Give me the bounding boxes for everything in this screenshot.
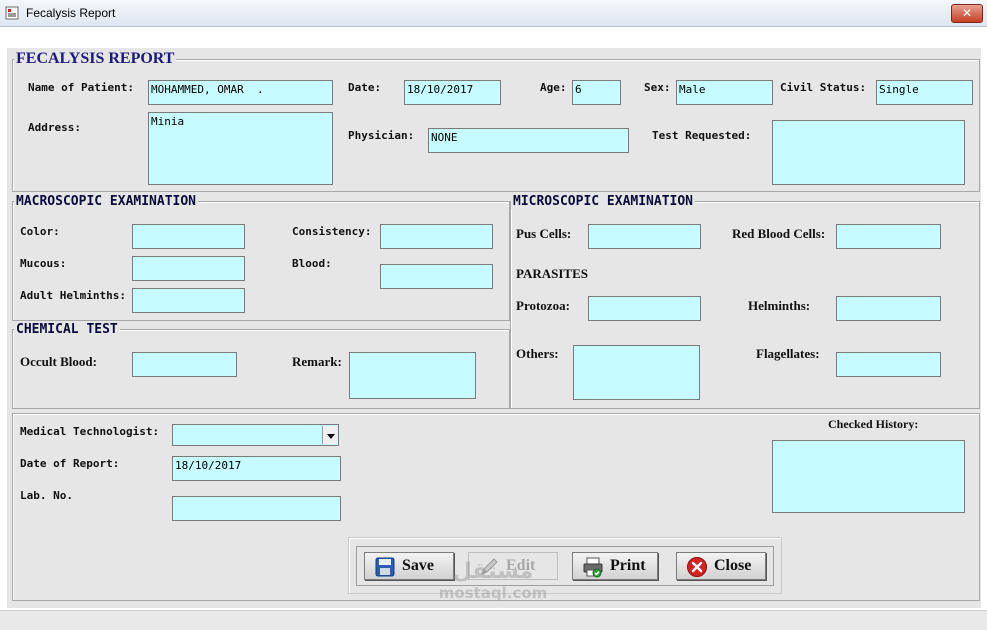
occult-blood-label: Occult Blood: [20,354,97,369]
save-button-label: Save [402,557,434,574]
date-field[interactable]: 18/10/2017 [404,80,501,105]
blood-field[interactable] [380,264,493,289]
edit-button-label: Edit [506,557,536,574]
pus-cells-label: Pus Cells: [516,226,572,241]
window-bottom-edge [0,610,987,630]
window-title: Fecalysis Report [26,6,116,20]
app-icon [5,6,19,20]
date-of-report-label: Date of Report: [20,457,120,470]
adult-helminths-label: Adult Helminths: [20,289,126,302]
physician-label: Physician: [348,129,415,142]
others-label: Others: [516,346,559,361]
age-label: Age: [540,81,567,94]
close-button[interactable]: Close [676,552,766,580]
protozoa-label: Protozoa: [516,298,570,313]
address-label: Address: [28,121,81,134]
print-button-label: Print [610,557,646,574]
floppy-disk-icon [375,557,395,577]
checked-history-label: Checked History: [828,417,919,431]
medical-technologist-select[interactable] [172,424,339,446]
edit-button[interactable]: Edit [468,552,558,580]
helminths-field[interactable] [836,296,941,321]
title-bar [0,0,987,27]
patient-name-field[interactable]: MOHAMMED, OMAR . [148,80,333,105]
close-button-label: Close [714,557,752,574]
window-close-button[interactable]: ✕ [951,4,983,23]
chevron-down-icon[interactable] [322,426,337,444]
test-requested-label: Test Requested: [652,129,752,142]
helminths-label: Helminths: [748,298,811,313]
remark-label: Remark: [292,354,342,369]
sex-field[interactable]: Male [676,80,773,105]
age-field[interactable]: 6 [572,80,621,105]
macroscopic-panel [12,201,510,321]
lab-no-label: Lab. No. [20,489,73,502]
physician-field[interactable]: NONE [428,128,629,153]
test-requested-field[interactable] [772,120,965,185]
date-of-report-field[interactable]: 18/10/2017 [172,456,341,481]
microscopic-heading: MICROSCOPIC EXAMINATION [511,194,696,209]
civil-status-field[interactable]: Single [876,80,973,105]
blood-label: Blood: [292,257,332,270]
close-icon: ✕ [961,6,973,20]
date-label: Date: [348,81,382,94]
printer-icon [583,557,603,578]
pus-cells-field[interactable] [588,224,701,249]
mucous-label: Mucous: [20,257,67,270]
remark-field[interactable] [349,352,476,399]
red-blood-cells-field[interactable] [836,224,941,249]
form-heading: FECALYSIS REPORT [14,50,177,68]
occult-blood-field[interactable] [132,352,237,377]
civil-status-label: Civil Status: [780,81,867,94]
flagellates-label: Flagellates: [756,346,820,361]
consistency-field[interactable] [380,224,493,249]
mucous-field[interactable] [132,256,245,281]
parasites-heading: PARASITES [516,266,589,281]
flagellates-field[interactable] [836,352,941,377]
save-button[interactable]: Save [364,552,454,580]
others-field[interactable] [573,345,700,400]
color-label: Color: [20,225,60,238]
consistency-label: Consistency: [292,225,372,238]
checked-history-field[interactable] [772,440,965,513]
lab-no-field[interactable] [172,496,341,521]
patient-name-label: Name of Patient: [28,81,134,94]
macroscopic-heading: MACROSCOPIC EXAMINATION [14,194,199,209]
red-blood-cells-label: Red Blood Cells: [732,226,826,241]
pencil-icon [481,558,498,575]
protozoa-field[interactable] [588,296,701,321]
medical-technologist-label: Medical Technologist: [20,425,160,438]
adult-helminths-field[interactable] [132,288,245,313]
sex-label: Sex: [644,81,671,94]
color-field[interactable] [132,224,245,249]
close-circle-icon [687,557,707,577]
print-button[interactable]: Print [572,552,658,580]
chemical-test-heading: CHEMICAL TEST [14,322,120,337]
address-field[interactable]: Minia [148,112,333,185]
